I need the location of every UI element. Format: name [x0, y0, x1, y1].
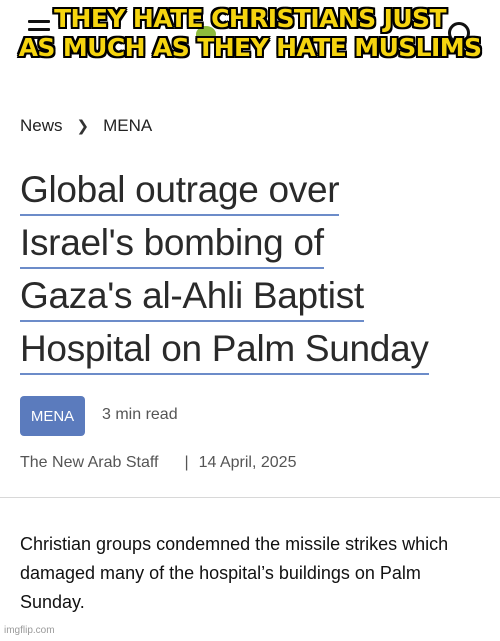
- article-lede: Christian groups condemned the missile s…: [20, 534, 449, 612]
- divider-line: [0, 497, 500, 498]
- publish-date: 14 April, 2025: [198, 454, 297, 471]
- headline-line: Global outrage over: [20, 166, 340, 216]
- watermark: imgflip.com: [4, 625, 55, 636]
- article-headline: Global outrage over Israel's bombing of …: [20, 166, 490, 378]
- chevron-right-icon: ❯: [76, 118, 90, 135]
- meme-caption: THEY HATE CHRISTIANS JUST AS MUCH AS THE…: [0, 4, 500, 62]
- meme-caption-line-1: THEY HATE CHRISTIANS JUST: [54, 4, 446, 33]
- byline: The New Arab Staff | 14 April, 2025: [20, 454, 296, 472]
- category-tag[interactable]: MENA: [20, 396, 85, 436]
- author[interactable]: The New Arab Staff: [20, 454, 158, 472]
- meme-caption-line-2: AS MUCH AS THEY HATE MUSLIMS: [18, 33, 482, 62]
- breadcrumb-news[interactable]: News: [20, 116, 63, 136]
- byline-divider: |: [184, 454, 189, 471]
- read-time: 3 min read: [102, 406, 178, 423]
- breadcrumb-mena[interactable]: MENA: [103, 116, 152, 136]
- headline-line: Gaza's al-Ahli Baptist: [20, 272, 364, 322]
- headline-line: Israel's bombing of: [20, 219, 324, 269]
- breadcrumb: News ❯ MENA: [20, 116, 152, 136]
- headline-line: Hospital on Palm Sunday: [20, 325, 429, 375]
